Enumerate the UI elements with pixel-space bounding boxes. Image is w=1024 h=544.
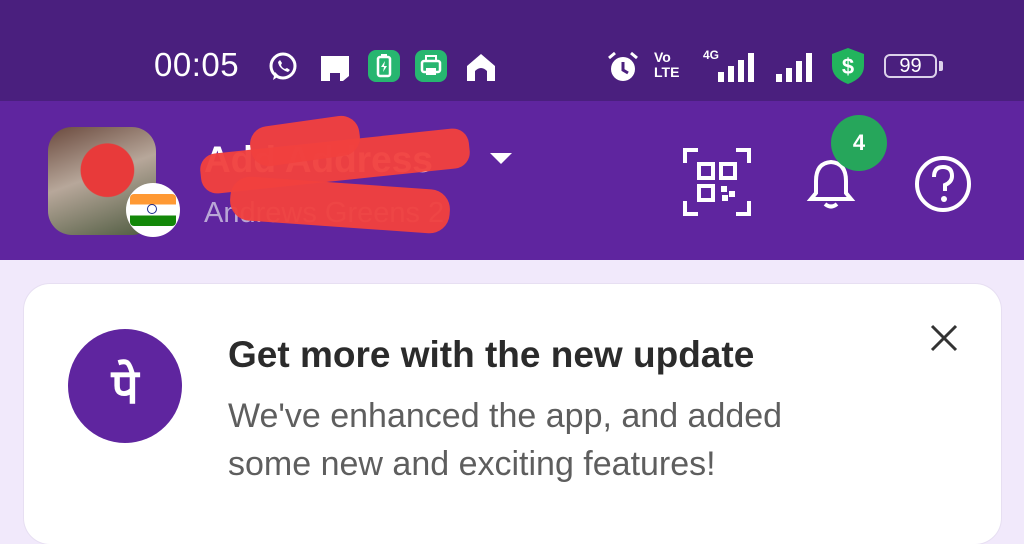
svg-text:पे: पे bbox=[110, 359, 140, 415]
print-icon bbox=[415, 50, 447, 82]
battery-indicator: 99 bbox=[884, 54, 937, 78]
signal-icon bbox=[718, 53, 754, 82]
notification-count-badge: 4 bbox=[831, 115, 887, 171]
shield-dollar-icon: $ bbox=[832, 48, 864, 84]
home-icon bbox=[467, 54, 495, 81]
signal-icon bbox=[776, 53, 812, 82]
help-icon[interactable] bbox=[914, 155, 972, 213]
phonepe-logo-icon: पे bbox=[110, 359, 140, 415]
status-bar: 00:05 Vo LTE 4G $ 99 bbox=[0, 0, 1024, 101]
chevron-down-icon bbox=[490, 153, 512, 164]
battery-saver-icon bbox=[368, 50, 400, 82]
alarm-icon bbox=[608, 51, 638, 81]
whatsapp-icon bbox=[269, 52, 297, 80]
update-card-description: We've enhanced the app, and added some n… bbox=[228, 397, 783, 483]
india-flag-icon bbox=[126, 183, 180, 237]
status-time: 00:05 bbox=[154, 46, 240, 83]
phonepe-logo: पे bbox=[68, 329, 182, 443]
svg-text:$: $ bbox=[842, 54, 854, 79]
volte-indicator: Vo LTE bbox=[654, 49, 680, 80]
qr-scan-icon[interactable] bbox=[682, 147, 752, 217]
app-header: Add Address Andrews Greens 2 4 bbox=[0, 101, 1024, 260]
close-icon[interactable] bbox=[926, 320, 962, 356]
drive-icon bbox=[321, 56, 349, 81]
battery-tip bbox=[939, 61, 943, 71]
update-card-title: Get more with the new update bbox=[228, 334, 755, 375]
update-card: पे Get more with the new update We've en… bbox=[24, 284, 1001, 544]
